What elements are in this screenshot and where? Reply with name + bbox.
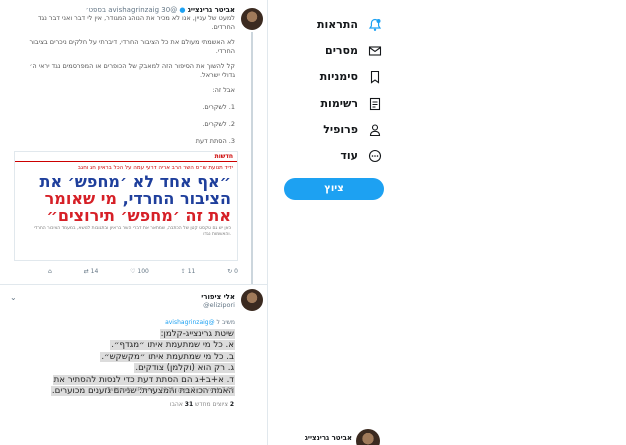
like-button[interactable]: ♡ 100: [130, 268, 149, 275]
list-icon: [368, 96, 382, 111]
thread-connector: [251, 32, 253, 284]
refresh-icon[interactable]: ↻ 0: [227, 268, 238, 275]
tweet-line: א. כל מי שמתעמת איתו ״מגדף״.: [9, 340, 235, 351]
tweet-actions: ⌂ ⇄ 14 ♡ 100 ⇪ 11 ↻ 0: [48, 268, 238, 275]
retweet-count: 2: [229, 401, 234, 408]
headline-line-3: את זה ׳מחפש׳ תירוצים״: [46, 206, 231, 225]
tweet-header: אביטר גרינצייג ● @avishagrinzaig 30 בספט…: [15, 6, 235, 14]
sidebar-item-label: מסרים: [325, 43, 358, 57]
sidebar-item-profile[interactable]: פרופיל: [323, 122, 382, 137]
chevron-down-icon[interactable]: ⌄: [10, 293, 17, 302]
news-subtitle: ידיד תנועת ש״ס השר הרב אריה דרעי עמה על …: [77, 165, 233, 171]
tweet-line: החרדי.: [215, 47, 235, 55]
sidebar-item-label: עוד: [340, 148, 358, 162]
tweet-line: לא האשמתי מעולם את כל הציבור החרדי, דיבר…: [29, 38, 235, 46]
sidebar-item-notifications[interactable]: התראות: [317, 17, 382, 31]
news-site-header: חדשות: [15, 152, 237, 162]
envelope-icon: [368, 43, 382, 57]
bookmark-icon: [368, 69, 382, 84]
sidebar-item-messages[interactable]: מסרים: [325, 43, 382, 57]
tweet-line: שיטת גרינצייג-קלמן:: [9, 329, 235, 340]
tweet-line-text: א. כל מי שמתעמת איתו ״מגדף״.: [110, 340, 235, 351]
tweet-timestamp[interactable]: 7:19 לפנה״צ · 1 באוק׳ 2020 · Twitter for…: [107, 387, 234, 393]
tweet-line: למעט של עניין, אנו לא מכיר את הנוהג המגו…: [38, 14, 235, 22]
tweet-line: החרדים.: [211, 23, 235, 31]
tweet-preview[interactable]: אביטר גרינצייג: [258, 425, 388, 445]
tweet-line: 1. לשקרים.: [202, 103, 235, 111]
news-headline: ״אף אחד לא ׳מחפש׳ את הציבור החרדי, מי שא…: [15, 171, 237, 224]
sidebar-item-bookmarks[interactable]: סימניות: [319, 69, 382, 84]
tweet-line: קל להשוך את הסיפור הזה למאבק של הכופרים …: [29, 62, 235, 70]
tweet-line: 3. הסתת דעת: [195, 137, 235, 145]
reply-button[interactable]: ⇪ 11: [181, 268, 196, 275]
tweet-stats: 2 ציוצים מחדש 31 אהבו: [169, 401, 234, 408]
avatar[interactable]: [241, 289, 263, 311]
tweet-author-name[interactable]: אלי ציפורי: [201, 293, 235, 301]
tweet-button[interactable]: ציוץ: [284, 178, 384, 200]
tweet-line: אבל זה:: [212, 86, 235, 94]
sidebar-item-label: התראות: [317, 17, 358, 31]
tweet-line: ג. רק הוא (וקלמן) צודקים.: [9, 363, 235, 374]
tweet-line: ד. א+ב+ג הם הסתת דעת כדי לנסות להסתיר את: [9, 374, 235, 386]
avatar[interactable]: [241, 8, 263, 30]
headline-line-1: ״אף אחד לא ׳מחפש׳ את: [39, 172, 231, 191]
verified-icon: ●: [179, 6, 186, 14]
person-icon: [368, 122, 382, 137]
share-icon[interactable]: ⌂: [48, 268, 52, 275]
tweet-author-name[interactable]: אביטר גרינצייג: [188, 6, 235, 14]
tweet-line-text: ג. רק הוא (וקלמן) צודקים.: [134, 363, 235, 374]
bell-icon: [368, 17, 382, 31]
more-circle-icon: [368, 148, 382, 163]
reply-context: משיב ל @avishagrinzaig: [165, 319, 235, 326]
sidebar-nav: התראות מסרים סימניות רשימות פרופיל עוד צ…: [280, 0, 400, 445]
tweet-handle[interactable]: @elizipori: [203, 301, 235, 309]
tweet-line-text: ד. א+ב+ג הם הסתת דעת כדי לנסות להסתיר את: [52, 374, 235, 385]
news-body-text: כאן יש גם טקסט קטן של הכתבה, שמתאר את דב…: [33, 226, 231, 237]
avatar[interactable]: [356, 429, 380, 445]
sidebar-item-label: פרופיל: [323, 122, 358, 136]
sidebar-item-lists[interactable]: רשימות: [320, 96, 382, 111]
reply-prefix: משיב ל: [216, 319, 235, 326]
tweet-line: 2. לשקרים.: [202, 120, 235, 128]
sidebar-item-more[interactable]: עוד: [340, 148, 382, 163]
sidebar-item-label: רשימות: [320, 96, 358, 110]
tweet-author-name[interactable]: אביטר גרינצייג: [305, 434, 352, 442]
retweet-button[interactable]: ⇄ 14: [84, 268, 99, 275]
tweet-line-text: שיטת גרינצייג-קלמן:: [159, 329, 235, 339]
timeline: אביטר גרינצייג ● @avishagrinzaig 30 בספט…: [0, 0, 268, 445]
like-count: 31: [184, 401, 194, 408]
tweet-line: ב. כל מי שמתעמת איתו ״מקשקש״.: [9, 351, 235, 363]
tweet-line-text: ב. כל מי שמתעמת איתו ״מקשקש״.: [100, 351, 235, 362]
tweet-line: גדולי ישראל.: [199, 71, 235, 79]
reply-to-link[interactable]: @avishagrinzaig: [165, 319, 215, 326]
embedded-news-image[interactable]: חדשות ידיד תנועת ש״ס השר הרב אריה דרעי ע…: [14, 151, 238, 261]
sidebar-item-label: סימניות: [319, 69, 358, 83]
